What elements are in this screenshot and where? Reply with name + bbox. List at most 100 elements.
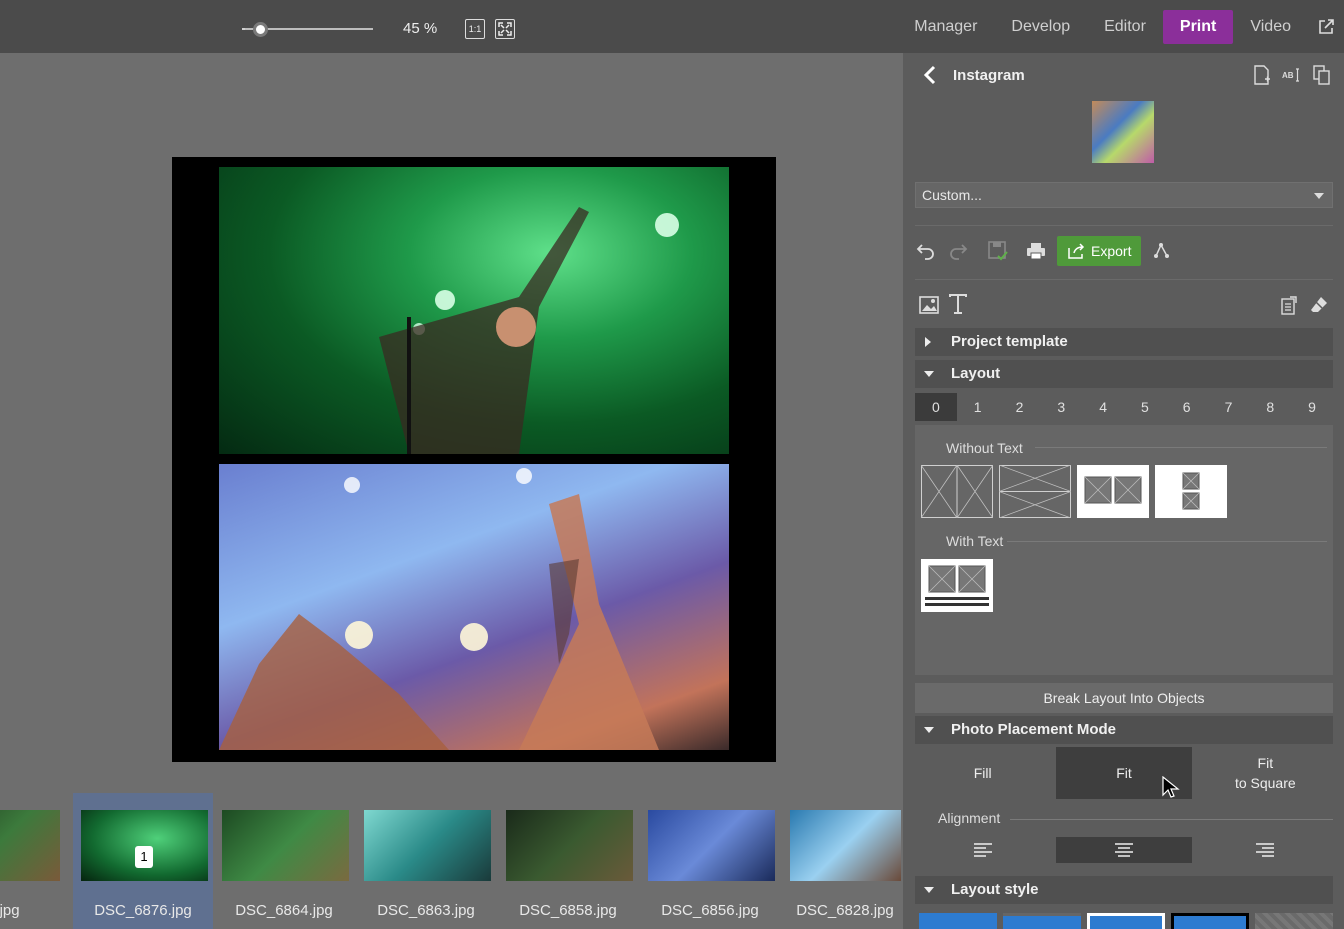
- mouse-pointer-icon: [1162, 776, 1180, 798]
- layout-tile-with-text[interactable]: [921, 559, 993, 612]
- save-icon[interactable]: [987, 240, 1009, 262]
- collapse-icon: [924, 887, 934, 893]
- preset-dropdown-value: Custom...: [922, 187, 982, 203]
- placement-mode-selector: Fill Fit Fit to Square: [915, 747, 1333, 799]
- filmstrip-item[interactable]: DSC_6863.jpg: [356, 793, 496, 929]
- layout-count-5[interactable]: 5: [1124, 393, 1166, 421]
- layout-count-3[interactable]: 3: [1040, 393, 1082, 421]
- filmstrip-filename: DSC_6863.jpg: [377, 902, 475, 919]
- layout-style-tile[interactable]: [1255, 913, 1333, 929]
- layout-section[interactable]: Layout: [915, 360, 1333, 388]
- insert-toolbar: [915, 293, 1333, 319]
- filmstrip-filename: DSC_6856.jpg: [661, 902, 759, 919]
- layout-style-tile[interactable]: [1086, 913, 1165, 929]
- actual-size-button[interactable]: 1:1: [465, 19, 485, 39]
- align-right-button[interactable]: [1198, 837, 1333, 863]
- svg-text:AB: AB: [1282, 71, 1294, 80]
- new-page-icon[interactable]: [1252, 65, 1272, 85]
- remove-page-icon[interactable]: [1279, 296, 1299, 316]
- tab-video[interactable]: Video: [1233, 10, 1308, 44]
- layout-style-tile[interactable]: [1170, 913, 1250, 929]
- filmstrip: 885.jpg 1 DSC_6876.jpg DSC_6864.jpg DSC_…: [0, 793, 903, 929]
- external-window-icon: [1319, 18, 1334, 34]
- insert-text-icon[interactable]: [948, 293, 968, 315]
- filmstrip-item[interactable]: DSC_6828.jpg: [782, 793, 922, 929]
- print-page[interactable]: [172, 157, 776, 762]
- expand-icon: [925, 337, 931, 347]
- alignment-heading: Alignment: [938, 810, 1001, 826]
- concert-crowd-photo: [219, 468, 659, 750]
- project-title: Instagram: [953, 67, 1025, 84]
- align-center-button[interactable]: [1056, 837, 1192, 863]
- layout-count-1[interactable]: 1: [957, 393, 999, 421]
- fit-screen-icon: [498, 22, 512, 36]
- layout-tile-two-stacked-small[interactable]: [1155, 465, 1227, 518]
- insert-image-icon[interactable]: [919, 296, 939, 314]
- divider: [915, 279, 1333, 280]
- project-template-section[interactable]: Project template: [915, 328, 1333, 356]
- layout-tile-two-columns[interactable]: [920, 464, 994, 519]
- filmstrip-item-selected[interactable]: 1 DSC_6876.jpg: [73, 793, 213, 929]
- eraser-icon[interactable]: [1309, 295, 1329, 315]
- share-icon[interactable]: [1151, 240, 1173, 262]
- layout-photo-bottom[interactable]: [219, 464, 729, 750]
- photo-placement-section[interactable]: Photo Placement Mode: [915, 716, 1333, 744]
- export-label: Export: [1091, 243, 1132, 259]
- redo-icon[interactable]: [947, 240, 969, 262]
- layout-count-9[interactable]: 9: [1291, 393, 1333, 421]
- preset-dropdown[interactable]: Custom...: [915, 182, 1333, 208]
- filmstrip-filename: DSC_6858.jpg: [519, 902, 617, 919]
- layout-count-4[interactable]: 4: [1082, 393, 1124, 421]
- section-title: Layout: [951, 365, 1001, 382]
- export-button[interactable]: Export: [1057, 236, 1142, 266]
- layout-count-8[interactable]: 8: [1249, 393, 1291, 421]
- filmstrip-item[interactable]: DSC_6864.jpg: [214, 793, 354, 929]
- layout-tile-two-rows[interactable]: [998, 464, 1072, 519]
- layout-photo-top[interactable]: [219, 167, 729, 454]
- section-title: Project template: [951, 333, 1068, 350]
- filmstrip-item[interactable]: 885.jpg: [0, 793, 65, 929]
- layout-style-tile[interactable]: [919, 913, 997, 929]
- layout-count-7[interactable]: 7: [1208, 393, 1250, 421]
- usage-count-badge: 1: [135, 846, 153, 868]
- mode-tabs: Manager Develop Editor Print Video: [897, 0, 1344, 53]
- zoom-slider-handle[interactable]: [253, 22, 268, 37]
- layout-style-tile[interactable]: [1002, 913, 1081, 929]
- filmstrip-filename: DSC_6876.jpg: [94, 902, 192, 919]
- layout-style-gallery: [919, 913, 1333, 929]
- print-icon[interactable]: [1025, 240, 1047, 262]
- zoom-level: 45 %: [403, 20, 438, 37]
- filmstrip-thumbnail: [0, 810, 60, 881]
- layout-tile-two-framed[interactable]: [1077, 465, 1149, 518]
- print-settings-panel: Instagram AB Custom... Export Project te…: [903, 53, 1344, 929]
- placement-fill-button[interactable]: Fill: [915, 747, 1050, 799]
- break-layout-button[interactable]: Break Layout Into Objects: [915, 683, 1333, 713]
- placement-fit-square-button[interactable]: Fit to Square: [1198, 747, 1333, 799]
- filmstrip-thumbnail: [790, 810, 901, 881]
- placement-label-line-1: Fit: [1257, 755, 1274, 771]
- layout-style-section[interactable]: Layout style: [915, 876, 1333, 904]
- filmstrip-item[interactable]: DSC_6858.jpg: [498, 793, 638, 929]
- tab-manager[interactable]: Manager: [897, 10, 994, 44]
- layout-count-6[interactable]: 6: [1166, 393, 1208, 421]
- tab-print[interactable]: Print: [1162, 9, 1234, 44]
- external-window-button[interactable]: [1308, 10, 1344, 44]
- fit-screen-button[interactable]: [495, 19, 515, 39]
- with-text-heading: With Text: [946, 533, 1004, 549]
- filmstrip-thumbnail: [364, 810, 491, 881]
- rename-icon[interactable]: AB: [1282, 65, 1302, 85]
- concert-singer-photo: [379, 207, 679, 454]
- back-arrow-icon[interactable]: [923, 65, 937, 85]
- undo-icon[interactable]: [915, 240, 937, 262]
- filmstrip-item[interactable]: DSC_6856.jpg: [640, 793, 780, 929]
- filmstrip-thumbnail: [648, 810, 775, 881]
- align-left-button[interactable]: [915, 837, 1050, 863]
- canvas-area: [0, 53, 903, 793]
- tab-develop[interactable]: Develop: [994, 10, 1087, 44]
- layout-count-0[interactable]: 0: [915, 393, 957, 421]
- duplicate-page-icon[interactable]: [1312, 65, 1332, 85]
- panel-header: Instagram AB: [903, 53, 1344, 97]
- tab-editor[interactable]: Editor: [1087, 10, 1163, 44]
- layout-count-2[interactable]: 2: [999, 393, 1041, 421]
- divider: [1035, 447, 1327, 448]
